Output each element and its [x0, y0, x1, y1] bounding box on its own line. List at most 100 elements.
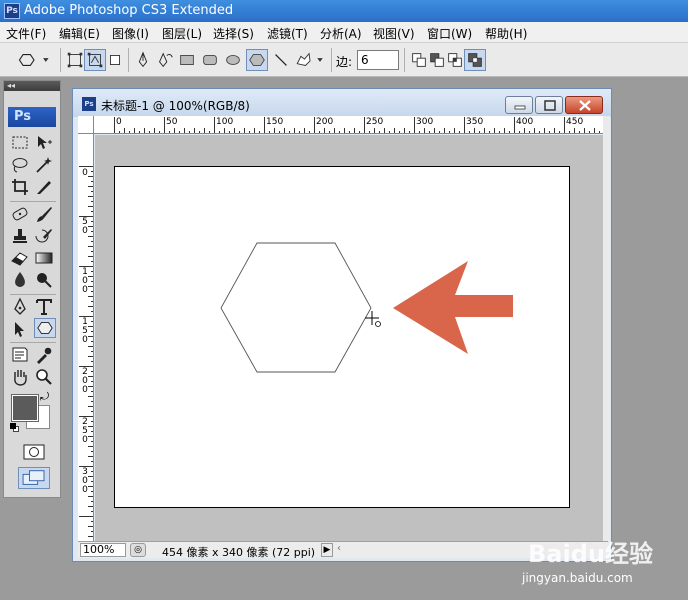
ruler-origin[interactable]: [78, 116, 94, 134]
menu-analysis[interactable]: 分析(A): [320, 25, 362, 42]
watermark-brand: Baidu经验: [528, 540, 653, 568]
document-titlebar: Ps 未标题-1 @ 100%(RGB/8): [73, 89, 611, 117]
arrow-shape: [393, 261, 513, 354]
exclude-overlap-icon[interactable]: [464, 49, 486, 71]
document-title: 未标题-1 @ 100%(RGB/8): [101, 99, 250, 113]
ellipse-tool-icon[interactable]: [222, 49, 244, 71]
ruler-x-label: 200: [316, 117, 334, 127]
zoom-tool-icon[interactable]: [33, 367, 55, 387]
brush-tool-icon[interactable]: [33, 204, 55, 224]
status-arrow-icon[interactable]: ▶: [321, 543, 333, 557]
ruler-y-label: 1 5 0: [82, 317, 88, 345]
menu-bar: 文件(F) 编辑(E) 图像(I) 图层(L) 选择(S) 滤镜(T) 分析(A…: [0, 22, 688, 43]
menu-view[interactable]: 视图(V): [373, 25, 415, 42]
rectangle-tool-icon[interactable]: [176, 49, 198, 71]
menu-file[interactable]: 文件(F): [6, 25, 46, 42]
baidu-watermark: Baidu经验 jingyan.baidu.com: [520, 534, 680, 594]
options-bar: 边:: [0, 43, 688, 77]
ruler-x-label: 250: [366, 117, 384, 127]
screen-mode-icon[interactable]: [18, 467, 50, 489]
photoshop-logo-icon: Ps: [4, 3, 20, 19]
ruler-y-label: 2 5 0: [82, 417, 88, 445]
ruler-y-label: 3 0 0: [82, 467, 88, 495]
vertical-scrollbar[interactable]: [603, 116, 610, 542]
ruler-x-label: 150: [266, 117, 284, 127]
healing-brush-icon[interactable]: [9, 204, 31, 224]
hexagon-path: [220, 242, 372, 373]
horizontal-ruler: 0 50 100 150 200 250 300 350 400 450: [94, 116, 604, 134]
gradient-tool-icon[interactable]: [33, 248, 55, 268]
menu-image[interactable]: 图像(I): [112, 25, 149, 42]
slice-tool-icon[interactable]: [33, 177, 55, 197]
menu-help[interactable]: 帮助(H): [485, 25, 527, 42]
lasso-tool-icon[interactable]: [9, 155, 31, 175]
vertical-ruler: 0 5 0 1 0 0 1 5 0 2 0 0 2 5 0 3 0 0: [78, 134, 94, 542]
fill-pixels-icon[interactable]: [104, 49, 126, 71]
polygon-tool-icon[interactable]: [246, 49, 268, 71]
intersect-shapes-icon[interactable]: [444, 49, 466, 71]
crosshair-cursor-icon: [365, 311, 381, 327]
pen-tool-icon[interactable]: [9, 297, 31, 317]
sides-label: 边:: [336, 55, 353, 69]
swap-colors-icon[interactable]: ⤾: [40, 391, 54, 403]
pen-tool-icon[interactable]: [132, 49, 154, 71]
freeform-pen-icon[interactable]: [154, 49, 176, 71]
ruler-y-label: 0: [82, 168, 88, 178]
status-menu-icon[interactable]: ◎: [130, 543, 146, 557]
ruler-x-label: 100: [216, 117, 234, 127]
eyedropper-tool-icon[interactable]: [33, 345, 55, 365]
document-size-info: 454 像素 x 340 像素 (72 ppi): [162, 546, 316, 559]
scroll-left-icon[interactable]: ‹: [337, 543, 341, 554]
menu-layer[interactable]: 图层(L): [162, 25, 202, 42]
ruler-y-label: 5 0: [82, 217, 88, 236]
sides-input[interactable]: [357, 50, 399, 70]
hand-tool-icon[interactable]: [9, 367, 31, 387]
ruler-x-label: 400: [516, 117, 534, 127]
document-icon: Ps: [82, 97, 96, 111]
ruler-x-label: 300: [416, 117, 434, 127]
zoom-level[interactable]: 100%: [80, 543, 126, 557]
ruler-y-label: 2 0 0: [82, 367, 88, 395]
tool-preset-picker[interactable]: [14, 49, 54, 71]
magic-wand-icon[interactable]: [33, 155, 55, 175]
ruler-x-label: 50: [166, 117, 178, 127]
toolbox: ◂◂ Ps ⤾: [3, 80, 61, 498]
ruler-y-label: 1 0 0: [82, 267, 88, 295]
quick-mask-icon[interactable]: [22, 443, 46, 461]
maximize-button[interactable]: [535, 96, 563, 114]
minimize-button[interactable]: [505, 96, 533, 114]
paths-mode-icon[interactable]: [84, 49, 106, 71]
foreground-color-swatch[interactable]: [11, 394, 39, 422]
close-button[interactable]: [565, 96, 603, 114]
type-tool-icon[interactable]: [33, 297, 55, 317]
default-colors-icon[interactable]: [10, 423, 20, 433]
ruler-x-label: 0: [116, 117, 122, 127]
move-tool-icon[interactable]: [33, 133, 55, 153]
ruler-x-label: 350: [466, 117, 484, 127]
menu-select[interactable]: 选择(S): [213, 25, 254, 42]
eraser-tool-icon[interactable]: [9, 248, 31, 268]
notes-tool-icon[interactable]: [9, 345, 31, 365]
custom-shape-icon[interactable]: [292, 49, 328, 71]
shape-layers-icon[interactable]: [64, 49, 86, 71]
menu-edit[interactable]: 编辑(E): [59, 25, 100, 42]
crop-tool-icon[interactable]: [9, 177, 31, 197]
menu-filter[interactable]: 滤镜(T): [267, 25, 308, 42]
dodge-tool-icon[interactable]: [33, 270, 55, 290]
app-title: Adobe Photoshop CS3 Extended: [24, 3, 234, 18]
history-brush-icon[interactable]: [33, 226, 55, 246]
marquee-tool-icon[interactable]: [9, 133, 31, 153]
rounded-rectangle-icon[interactable]: [199, 49, 221, 71]
blur-tool-icon[interactable]: [9, 270, 31, 290]
path-selection-icon[interactable]: [9, 319, 31, 339]
toolbox-logo: Ps: [8, 107, 56, 127]
ruler-x-label: 450: [566, 117, 584, 127]
watermark-site: jingyan.baidu.com: [522, 571, 633, 585]
menu-window[interactable]: 窗口(W): [427, 25, 472, 42]
polygon-shape-tool-icon[interactable]: [34, 318, 56, 338]
image-canvas[interactable]: [114, 166, 570, 508]
line-tool-icon[interactable]: [270, 49, 292, 71]
clone-stamp-icon[interactable]: [9, 226, 31, 246]
toolbox-collapse-icon[interactable]: ◂◂: [4, 81, 60, 91]
app-titlebar: Ps Adobe Photoshop CS3 Extended: [0, 0, 688, 22]
